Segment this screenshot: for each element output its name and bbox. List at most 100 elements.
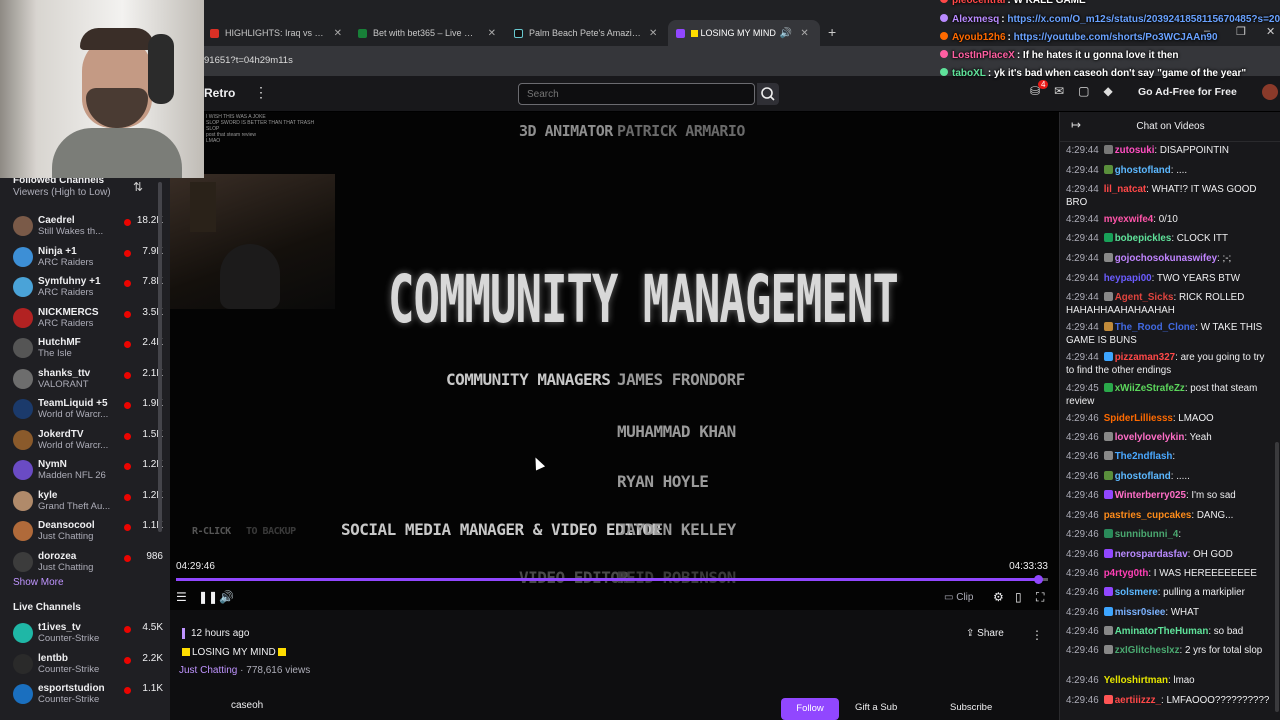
chat-username[interactable]: lil_natcat (1104, 184, 1146, 195)
browser-tab-1[interactable]: HIGHLIGHTS: Iraq vs Bolivia | FI ✕ (202, 20, 350, 46)
theatre-mode-icon[interactable]: ▯ (1015, 590, 1022, 604)
channel-row[interactable]: dorozea Just Chatting 986 (13, 549, 163, 579)
speaker-icon[interactable]: 🔊 (780, 28, 792, 39)
browser-tab-2[interactable]: Bet with bet365 – Live Online B ✕ (350, 20, 504, 46)
channel-row[interactable]: Symfuhny +1 ARC Raiders 7.8K (13, 274, 163, 304)
channel-row[interactable]: NICKMERCS ARC Raiders 3.5K (13, 305, 163, 335)
pause-icon[interactable]: ❚❚ (198, 590, 218, 604)
close-tab-icon[interactable]: ✕ (800, 28, 808, 39)
overlay-chat-line: Ayoub12h6: https://youtube.com/shorts/Po… (940, 32, 1218, 43)
search-button[interactable] (757, 83, 779, 105)
chat-username[interactable]: solsmere (1115, 587, 1158, 598)
show-more-link[interactable]: Show More (13, 577, 64, 588)
chat-username[interactable]: pizzaman327 (1115, 352, 1175, 363)
channel-row[interactable]: t1ives_tv Counter-Strike 4.5K (13, 620, 163, 650)
chat-username[interactable]: missr0siee (1115, 607, 1166, 618)
chat-username[interactable]: zxIGlitchesIxz (1115, 645, 1180, 656)
chat-message: 4:29:46 sunnibunni_4: (1066, 529, 1272, 542)
close-tab-icon[interactable]: ✕ (334, 28, 342, 39)
channel-row[interactable]: esportstudion Counter-Strike 1.1K (13, 681, 163, 711)
channel-row[interactable]: kyle Grand Theft Au... 1.2K (13, 488, 163, 518)
webcam-shirt (52, 128, 182, 178)
chat-username[interactable]: nerospardasfav (1115, 549, 1188, 560)
channel-avatar (13, 490, 33, 511)
browser-tab-active[interactable]: LOSING MY MIND 🔊 ✕ (668, 20, 820, 46)
chat-username[interactable]: myexwife4 (1104, 214, 1154, 225)
channel-row[interactable]: HutchMF The Isle 2.4K (13, 335, 163, 365)
chat-timestamp: 4:29:46 (1066, 675, 1099, 686)
new-tab-button[interactable]: + (828, 24, 836, 40)
chat-username[interactable]: The_Rood_Clone (1115, 322, 1196, 333)
browse-link[interactable]: Retro (204, 86, 235, 100)
playlist-icon[interactable]: ☰ (176, 590, 187, 604)
chat-username[interactable]: aertiiizzz_ (1115, 695, 1161, 706)
chat-username[interactable]: ghostofland (1115, 471, 1171, 482)
channel-row[interactable]: TeamLiquid +5 World of Warcr... 1.9K (13, 396, 163, 426)
chat-username[interactable]: Winterberry025 (1115, 490, 1186, 501)
channel-row[interactable]: Deansocool Just Chatting 1.1K (13, 518, 163, 548)
channel-game: ARC Raiders (38, 287, 94, 298)
chat-username[interactable]: Yelloshirtman (1104, 675, 1168, 686)
chat-username[interactable]: gojochosokunaswifey (1115, 253, 1217, 264)
chat-username[interactable]: heypapi00 (1104, 273, 1152, 284)
channel-game: Grand Theft Au... (38, 500, 111, 512)
chat-message: 4:29:44 Agent_Sicks: RICK ROLLED HAHAHHAA… (1066, 292, 1272, 318)
chat-username[interactable]: lovelylovelykin (1115, 432, 1185, 443)
chat-timestamp: 4:29:44 (1066, 214, 1099, 225)
category-text[interactable]: Just Chatting (179, 665, 237, 676)
fullscreen-icon[interactable]: ⛶ (1036, 590, 1044, 605)
more-options-icon[interactable]: ⋮ (1031, 628, 1043, 642)
sidebar-scrollbar[interactable] (158, 182, 162, 532)
chat-text: DANG... (1196, 510, 1234, 521)
clip-button[interactable]: ▭ Clip (944, 592, 973, 603)
channel-game: Counter-Strike (38, 663, 100, 675)
browser-tab-3[interactable]: Palm Beach Pete's Amazing Mo ✕ (506, 20, 666, 46)
chat-username[interactable]: zutosuki (1115, 145, 1155, 156)
channel-avatar (13, 338, 33, 358)
streamer-name[interactable]: caseoh (231, 700, 263, 711)
video-player[interactable]: I WISH THIS WAS A JOKE SLOP SWORD IS BET… (170, 112, 1059, 610)
settings-icon[interactable]: ⚙ (993, 590, 1004, 604)
chat-username[interactable]: bobepickles (1115, 233, 1172, 244)
chat-scrollbar[interactable] (1275, 442, 1279, 712)
chat-badge-icon (1103, 695, 1113, 704)
chat-badge-icon (1103, 352, 1113, 361)
overlay-message: https://youtube.com/shorts/Po3WCJAAn90 (1013, 32, 1218, 43)
faint-hint-left: R-CLICK (192, 526, 231, 537)
gift-sub-button[interactable]: Gift a Sub (855, 702, 897, 713)
chat-username[interactable]: xWiiZeStrafeZz (1115, 383, 1185, 394)
volume-icon[interactable]: 🔊 (219, 590, 234, 604)
chat-username[interactable]: SpiderLilliesss (1104, 413, 1173, 424)
channel-row[interactable]: Caedrel Still Wakes th... 18.2K (13, 213, 163, 243)
category-link[interactable]: Just Chatting · 778,616 views (179, 665, 310, 676)
channel-row[interactable]: lentbb Counter-Strike 2.2K (13, 651, 163, 681)
tab-title: HIGHLIGHTS: Iraq vs Bolivia | FI (225, 28, 326, 38)
url-text[interactable]: 91651?t=04h29m11s (204, 55, 293, 66)
chat-username[interactable]: ghostofland (1115, 165, 1171, 176)
tab-title-text: LOSING MY MIND (700, 28, 776, 38)
channel-row[interactable]: Ninja +1 ARC Raiders 7.9K (13, 244, 163, 274)
close-tab-icon[interactable]: ✕ (649, 28, 657, 39)
sort-icon[interactable]: ⇅ (133, 180, 143, 194)
channel-row[interactable]: shanks_ttv VALORANT 2.1K (13, 366, 163, 396)
subscribe-button[interactable]: Subscribe (950, 702, 992, 713)
chat-colon: : (1172, 451, 1176, 462)
chat-username[interactable]: sunnibunni_4 (1115, 529, 1179, 540)
channel-row[interactable]: NymN Madden NFL 26 1.2K (13, 457, 163, 487)
search-input[interactable] (518, 83, 755, 105)
share-button[interactable]: ⇪ Share (966, 628, 1012, 646)
progress-bar[interactable] (176, 575, 1048, 584)
chat-username[interactable]: pastries_cupcakes (1104, 510, 1192, 521)
channel-name: Deansocool (38, 520, 95, 531)
credit-name-3: RYAN HOYLE (617, 472, 709, 491)
close-tab-icon[interactable]: ✕ (488, 28, 496, 39)
more-menu-icon[interactable]: ⋮ (254, 84, 268, 101)
chat-username[interactable]: AminatorTheHuman (1115, 626, 1209, 637)
chat-username[interactable]: p4rtyg0th (1104, 568, 1149, 579)
chat-username[interactable]: The2ndflash (1115, 451, 1173, 462)
chat-username[interactable]: Agent_Sicks (1115, 292, 1174, 303)
channel-avatar (13, 521, 33, 541)
progress-knob[interactable] (1033, 575, 1043, 584)
follow-button[interactable]: Follow (781, 698, 839, 720)
channel-row[interactable]: JokerdTV World of Warcr... 1.5K (13, 427, 163, 457)
